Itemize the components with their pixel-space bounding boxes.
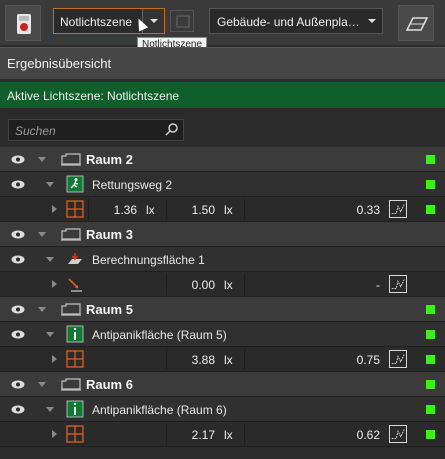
room-name: Raum 5 <box>86 302 133 317</box>
grid-result-icon <box>66 425 84 443</box>
collapse-caret-icon[interactable] <box>38 157 46 162</box>
emergency-light-icon <box>17 14 31 34</box>
room-icon <box>61 153 81 166</box>
tree-row-result[interactable]: 2.17 lx 0.62 <box>0 422 445 447</box>
unit-label: lx <box>146 203 155 217</box>
status-indicator <box>426 380 435 389</box>
unit-label: lx <box>224 353 233 367</box>
plan-select-value: Gebäude- und Außenpla… <box>217 15 360 29</box>
search-placeholder: Suchen <box>15 124 56 138</box>
status-indicator <box>426 405 435 414</box>
eye-icon[interactable] <box>11 330 25 339</box>
tree-row-object[interactable]: Antipanikfläche (Raum 5) <box>0 322 445 347</box>
eye-icon[interactable] <box>11 255 25 264</box>
expand-caret-icon[interactable] <box>52 355 57 363</box>
plan-select[interactable]: Gebäude- und Außenpla… <box>209 8 383 34</box>
tree-row-object[interactable]: Antipanikfläche (Raum 6) <box>0 397 445 422</box>
room-icon <box>61 228 81 241</box>
status-indicator <box>426 305 435 314</box>
results-tree: Raum 2 Rettungsweg 2 1.36 lx 1.50 lx 0.3… <box>0 147 445 447</box>
point-result-icon <box>68 278 82 292</box>
eye-icon[interactable] <box>11 405 25 414</box>
tree-row-result[interactable]: 1.36 lx 1.50 lx 0.33 <box>0 197 445 222</box>
illuminance-value: 1.50 <box>191 203 215 217</box>
tree-row-room[interactable]: Raum 5 <box>0 297 445 322</box>
uniformity-icon <box>389 275 407 293</box>
room-name: Raum 6 <box>86 377 133 392</box>
tree-row-result[interactable]: 0.00 lx - <box>0 272 445 297</box>
scene-settings-button[interactable] <box>170 10 194 32</box>
status-indicator <box>426 330 435 339</box>
object-name: Berechnungsfläche 1 <box>92 253 205 267</box>
status-indicator <box>426 155 435 164</box>
uniformity-value: 0.62 <box>356 428 380 442</box>
plane-view-icon <box>405 17 429 31</box>
panel-header: Ergebnisübersicht <box>0 47 445 79</box>
object-name: Rettungsweg 2 <box>92 178 173 192</box>
expand-caret-icon[interactable] <box>52 205 57 213</box>
active-scene-label: Aktive Lichtszene: Notlichtszene <box>7 89 180 103</box>
unit-label: lx <box>224 278 233 292</box>
lighting-scene-value: Notlichtszene <box>60 15 133 29</box>
tree-row-room[interactable]: Raum 2 <box>0 147 445 172</box>
illuminance-value: 3.88 <box>191 353 215 367</box>
uniformity-value: 0.75 <box>356 353 380 367</box>
chevron-down-icon[interactable] <box>362 9 382 33</box>
tree-row-object[interactable]: Berechnungsfläche 1 <box>0 247 445 272</box>
toolbar: Notlichtszene Gebäude- und Außenpla… Not… <box>0 0 445 52</box>
illuminance-value: 1.36 <box>113 203 137 217</box>
eye-icon[interactable] <box>11 305 25 314</box>
collapse-caret-icon[interactable] <box>46 407 54 412</box>
calculation-surface-icon <box>68 253 82 264</box>
room-name: Raum 3 <box>86 227 133 242</box>
tree-row-room[interactable]: Raum 6 <box>0 372 445 397</box>
eye-icon[interactable] <box>11 380 25 389</box>
eye-icon[interactable] <box>11 180 25 189</box>
object-name: Antipanikfläche (Raum 6) <box>92 403 227 417</box>
search-field[interactable]: Suchen <box>8 119 184 141</box>
collapse-caret-icon[interactable] <box>38 232 46 237</box>
collapse-caret-icon[interactable] <box>38 307 46 312</box>
grid-result-icon <box>66 200 84 218</box>
antipanic-icon <box>66 325 84 343</box>
uniformity-icon <box>389 200 407 218</box>
eye-icon[interactable] <box>11 230 25 239</box>
tree-row-result[interactable]: 3.88 lx 0.75 <box>0 347 445 372</box>
uniformity-value: - <box>376 278 380 292</box>
uniformity-icon <box>389 425 407 443</box>
uniformity-value: 0.33 <box>356 203 380 217</box>
object-name: Antipanikfläche (Raum 5) <box>92 328 227 342</box>
lighting-scene-select[interactable]: Notlichtszene <box>53 8 165 34</box>
unit-label: lx <box>224 203 233 217</box>
tree-row-room[interactable]: Raum 3 <box>0 222 445 247</box>
panel-title: Ergebnisübersicht <box>7 56 112 71</box>
active-scene-bar: Aktive Lichtszene: Notlichtszene <box>0 82 445 108</box>
illuminance-value: 2.17 <box>191 428 215 442</box>
grid-result-icon <box>66 350 84 368</box>
room-icon <box>61 303 81 316</box>
collapse-caret-icon[interactable] <box>46 182 54 187</box>
status-indicator <box>426 355 435 364</box>
search-icon[interactable] <box>164 122 180 138</box>
status-indicator <box>426 205 435 214</box>
window-icon <box>176 15 190 28</box>
room-name: Raum 2 <box>86 152 133 167</box>
expand-caret-icon[interactable] <box>52 430 57 438</box>
expand-caret-icon[interactable] <box>52 280 57 288</box>
antipanic-icon <box>66 400 84 418</box>
collapse-caret-icon[interactable] <box>46 332 54 337</box>
room-icon <box>61 378 81 391</box>
tree-row-object[interactable]: Rettungsweg 2 <box>0 172 445 197</box>
collapse-caret-icon[interactable] <box>38 382 46 387</box>
uniformity-icon <box>389 350 407 368</box>
collapse-caret-icon[interactable] <box>46 257 54 262</box>
exit-sign-icon <box>66 175 84 193</box>
unit-label: lx <box>224 428 233 442</box>
status-indicator <box>426 180 435 189</box>
eye-icon[interactable] <box>11 155 25 164</box>
plan-view-button[interactable] <box>398 5 434 41</box>
illuminance-value: 0.00 <box>191 278 215 292</box>
emergency-light-button[interactable] <box>5 5 41 41</box>
status-indicator <box>426 430 435 439</box>
